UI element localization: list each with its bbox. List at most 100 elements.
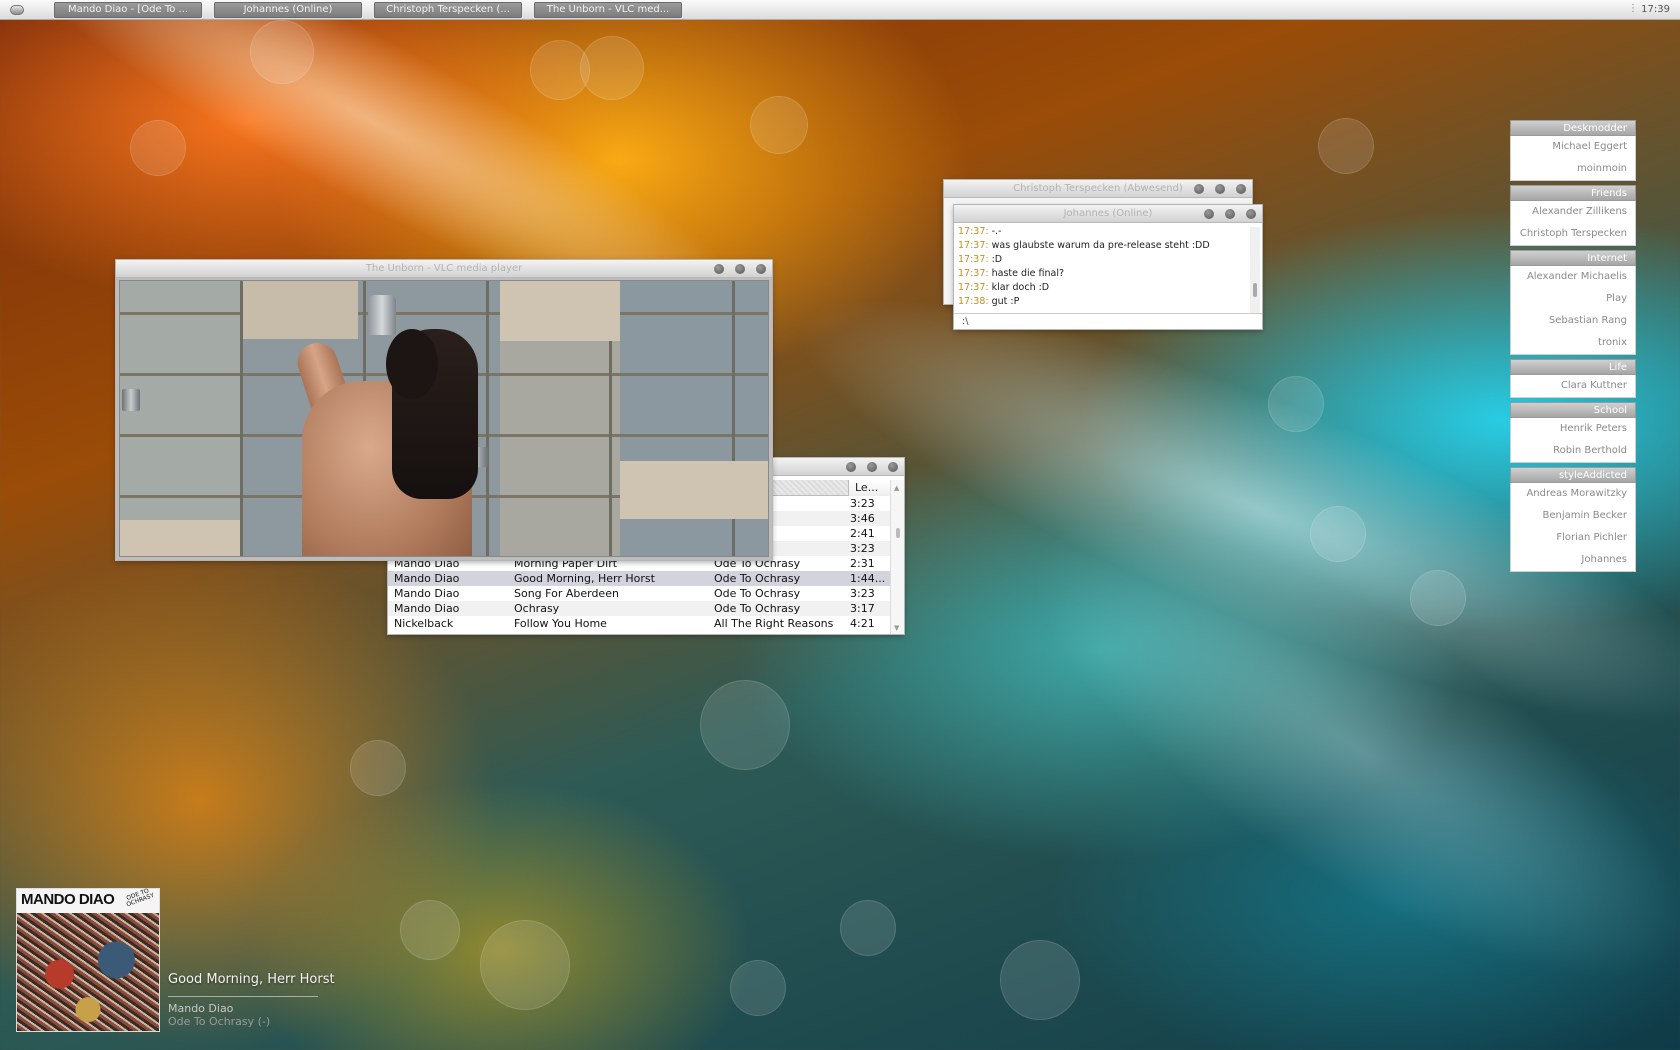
wallpaper-bokeh — [750, 96, 808, 154]
chat-timestamp: 17:37: — [958, 240, 989, 251]
chat-scrollbar[interactable] — [1250, 227, 1260, 313]
buddy-group: Andreas Morawitzky Benjamin Becker Florian… — [1510, 483, 1636, 572]
minimize-icon[interactable] — [1204, 209, 1214, 219]
buddy-group-header[interactable]: Friends — [1510, 185, 1636, 201]
chat-back-titlebar[interactable]: Christoph Terspecken (Abwesend) — [944, 180, 1252, 198]
chat-text: klar doch :D — [991, 282, 1050, 293]
buddy-item[interactable]: Alexander Michaelis — [1511, 266, 1635, 288]
vlc-window: The Unborn - VLC media player — [116, 260, 772, 560]
taskbar-item-player[interactable]: Mando Diao - [Ode To ... — [54, 2, 202, 18]
video-figure-head — [386, 329, 438, 399]
playlist-row[interactable]: Mando Diao Song For Aberdeen Ode To Ochras… — [388, 586, 890, 601]
buddy-item[interactable]: tronix — [1511, 332, 1635, 354]
buddy-item[interactable]: Benjamin Becker — [1511, 505, 1635, 527]
album-cover[interactable]: MANDO DIAO ODE TO OCHRASY — [16, 887, 160, 1032]
scrollbar-thumb[interactable] — [896, 528, 900, 538]
buddy-item[interactable]: Johannes — [1511, 549, 1635, 571]
cover-album-name: ODE TO OCHRASY — [125, 887, 156, 909]
playlist-cell-album: All The Right Reasons — [714, 617, 834, 630]
chat-timestamp: 17:37: — [958, 254, 989, 265]
minimize-icon[interactable] — [1194, 184, 1204, 194]
video-frame[interactable] — [119, 280, 769, 557]
playlist-cell-length: 1:44... — [850, 572, 886, 585]
buddy-item[interactable]: Andreas Morawitzky — [1511, 483, 1635, 505]
wallpaper-bokeh — [730, 960, 786, 1016]
buddy-item[interactable]: Florian Pichler — [1511, 527, 1635, 549]
buddy-group-header[interactable]: Life — [1510, 359, 1636, 375]
close-icon[interactable] — [888, 462, 898, 472]
buddy-group-header[interactable]: School — [1510, 402, 1636, 418]
minimize-icon[interactable] — [714, 264, 724, 274]
close-icon[interactable] — [1246, 209, 1256, 219]
window-title: Johannes (Online) — [1063, 208, 1153, 219]
wallpaper-bokeh — [1310, 506, 1366, 562]
buddy-item[interactable]: Henrik Peters — [1511, 418, 1635, 440]
taskbar-item-vlc[interactable]: The Unborn - VLC med... — [534, 2, 682, 18]
playlist-cell-title: Follow You Home — [514, 617, 607, 630]
menu-orb-icon[interactable] — [10, 5, 24, 15]
scrollbar-thumb[interactable] — [1253, 283, 1257, 297]
vlc-titlebar[interactable]: The Unborn - VLC media player — [116, 260, 772, 278]
shower-head — [368, 295, 396, 335]
playlist-cell-artist: Mando Diao — [394, 602, 460, 615]
wallpaper-bokeh — [700, 680, 790, 770]
tray-separator: ⋮ — [1628, 3, 1638, 14]
close-icon[interactable] — [1236, 184, 1246, 194]
scroll-down-icon[interactable]: ▼ — [894, 624, 899, 632]
playlist-cell-length: 2:31 — [850, 557, 875, 570]
video-tile — [243, 281, 358, 339]
buddy-item[interactable]: Alexander Zillikens — [1511, 201, 1635, 223]
playlist-scrollbar[interactable]: ▲ ▼ — [890, 480, 904, 634]
minimize-icon[interactable] — [846, 462, 856, 472]
buddy-item[interactable]: Robin Berthold — [1511, 440, 1635, 462]
playlist-cell-length: 3:23 — [850, 542, 875, 555]
playlist-cell-album: Ode To Ochrasy — [714, 602, 801, 615]
close-icon[interactable] — [756, 264, 766, 274]
wallpaper-bokeh — [1268, 376, 1324, 432]
buddy-item[interactable]: Clara Kuttner — [1511, 375, 1635, 397]
chat-input[interactable]: :\ — [954, 313, 1262, 329]
clock[interactable]: 17:39 — [1641, 4, 1670, 15]
wallpaper-bokeh — [400, 900, 460, 960]
chat-timestamp: 17:38: — [958, 296, 989, 307]
chat-titlebar[interactable]: Johannes (Online) — [954, 205, 1262, 223]
maximize-icon[interactable] — [1215, 184, 1225, 194]
playlist-cell-artist: Nickelback — [394, 617, 454, 630]
buddy-group: Alexander Michaelis Play Sebastian Rang tro… — [1510, 266, 1636, 355]
cover-band-name: MANDO DIAO — [21, 891, 115, 908]
buddy-item[interactable]: Sebastian Rang — [1511, 310, 1635, 332]
chat-message: 17:37: klar doch :D — [958, 281, 1246, 295]
playlist-cell-artist: Mando Diao — [394, 587, 460, 600]
maximize-icon[interactable] — [1225, 209, 1235, 219]
buddy-group-header[interactable]: styleAddicted — [1510, 467, 1636, 483]
playlist-cell-title: Song For Aberdeen — [514, 587, 619, 600]
buddy-item[interactable]: Michael Eggert — [1511, 136, 1635, 158]
maximize-icon[interactable] — [735, 264, 745, 274]
playlist-cell-artist: Mando Diao — [394, 572, 460, 585]
playlist-cell-album: Ode To Ochrasy — [714, 587, 801, 600]
playlist-cell-length: 4:21 — [850, 617, 875, 630]
chat-timestamp: 17:37: — [958, 282, 989, 293]
wallpaper-bokeh — [130, 120, 186, 176]
taskbar-item-chat-johannes[interactable]: Johannes (Online) — [214, 2, 362, 18]
buddy-item[interactable]: moinmoin — [1511, 158, 1635, 180]
playlist-row[interactable]: Mando Diao Good Morning, Herr Horst Ode To… — [388, 571, 890, 586]
buddy-group-header[interactable]: Internet — [1510, 250, 1636, 266]
buddy-item[interactable]: Christoph Terspecken — [1511, 223, 1635, 245]
buddy-group-header[interactable]: Deskmodder — [1510, 120, 1636, 136]
chat-log: 17:37: -.- 17:37: was glaubste warum da p… — [958, 225, 1246, 313]
taskbar-item-chat-christoph[interactable]: Christoph Terspecken (... — [374, 2, 522, 18]
playlist-row[interactable]: Mando Diao Ochrasy Ode To Ochrasy 3:17 — [388, 601, 890, 616]
wallpaper-bokeh — [1410, 570, 1466, 626]
buddy-item[interactable]: Play — [1511, 288, 1635, 310]
playlist-cell-title: Good Morning, Herr Horst — [514, 572, 655, 585]
maximize-icon[interactable] — [867, 462, 877, 472]
window-title: Christoph Terspecken (Abwesend) — [1013, 183, 1183, 194]
top-panel: Mando Diao - [Ode To ... Johannes (Onlin… — [0, 0, 1680, 20]
scroll-up-icon[interactable]: ▲ — [894, 484, 899, 492]
column-header-length[interactable]: Le... — [848, 480, 890, 496]
playlist-row[interactable]: Nickelback Follow You Home All The Right R… — [388, 616, 890, 631]
chat-timestamp: 17:37: — [958, 226, 989, 237]
wallpaper-bokeh — [1318, 118, 1374, 174]
chat-timestamp: 17:37: — [958, 268, 989, 279]
